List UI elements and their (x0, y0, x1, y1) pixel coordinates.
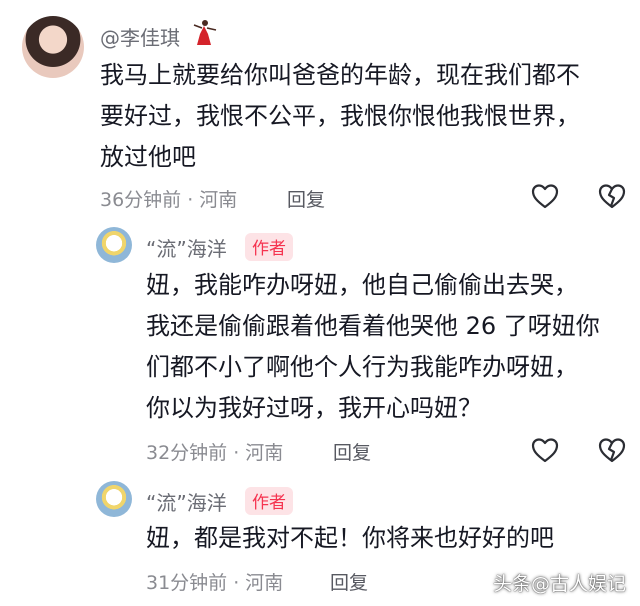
reply-text: 妞，我能咋办呀妞，他自己偷偷出去哭， 我还是偷偷跟着他看着他哭他 26 了呀妞你… (146, 271, 600, 422)
avatar[interactable] (96, 227, 132, 263)
reply-time-location: 31分钟前 · 河南 (146, 572, 284, 594)
dancer-emoji-icon (193, 20, 217, 45)
comment-username[interactable]: @李佳琪 (100, 22, 180, 51)
dislike-icon[interactable] (597, 182, 627, 210)
like-icon[interactable] (530, 436, 560, 464)
avatar[interactable] (96, 481, 132, 517)
comment-time-location: 36分钟前 · 河南 (100, 189, 238, 211)
author-badge: 作者 (245, 233, 293, 261)
reply-time-location: 32分钟前 · 河南 (146, 442, 284, 464)
reply-button[interactable]: 回复 (333, 438, 371, 465)
watermark: 头条@古人娱记 (492, 573, 626, 595)
reply-text: 妞，都是我对不起！你将来也好好的吧 (146, 524, 554, 552)
dislike-icon[interactable] (597, 436, 627, 464)
reply-username[interactable]: “流”海洋 (146, 233, 227, 262)
comment-text: 我马上就要给你叫爸爸的年龄，现在我们都不 要好过，我恨不公平，我恨你恨他我恨世界… (100, 61, 580, 171)
author-badge: 作者 (245, 487, 293, 515)
avatar[interactable] (22, 16, 84, 78)
reply-username[interactable]: “流”海洋 (146, 487, 227, 516)
reply-button[interactable]: 回复 (330, 568, 368, 595)
reply-button[interactable]: 回复 (287, 185, 325, 212)
like-icon[interactable] (530, 182, 560, 210)
